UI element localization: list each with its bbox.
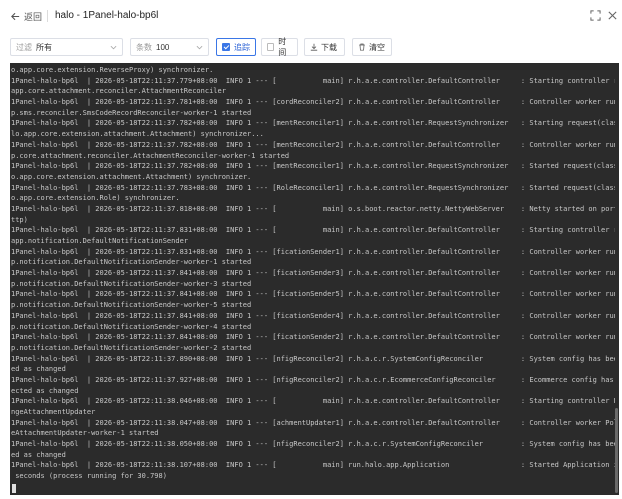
download-label: 下载 bbox=[321, 42, 337, 52]
header-divider bbox=[47, 10, 48, 22]
chevron-down-icon bbox=[110, 45, 117, 50]
time-checkbox[interactable] bbox=[267, 43, 275, 51]
log-line: 1Panel-halo-bp6l | 2026-05-18T22:11:37.7… bbox=[11, 183, 615, 192]
log-line: p.notification.DefaultNotificationSender… bbox=[11, 279, 252, 288]
log-console[interactable]: o.app.core.extension.ReverseProxy) synch… bbox=[10, 63, 619, 495]
log-line: o.app.core.extension.Role) synchronizer. bbox=[11, 194, 180, 203]
log-line: 1Panel-halo-bp6l | 2026-05-18T22:11:37.8… bbox=[11, 311, 615, 320]
trash-icon bbox=[359, 43, 365, 51]
log-line: p.notification.DefaultNotificationSender… bbox=[11, 301, 252, 310]
terminal-cursor bbox=[12, 484, 16, 493]
log-line: ttp) bbox=[11, 215, 28, 224]
log-line: o.app.core.extension.attachment.Attachme… bbox=[11, 172, 252, 181]
count-value: 100 bbox=[156, 42, 170, 52]
follow-label: 追踪 bbox=[234, 42, 250, 52]
log-line: ed as changed bbox=[11, 450, 66, 459]
log-toolbar: 过滤 所有 条数 100 追踪 时间 下载 清空 bbox=[0, 36, 622, 60]
dialog-title: halo - 1Panel-halo-bp6l bbox=[55, 10, 159, 21]
log-line: p.sms.reconciler.SmsCodeRecordReconciler… bbox=[11, 108, 252, 117]
log-lines: o.app.core.extension.ReverseProxy) synch… bbox=[11, 65, 615, 482]
log-line: p.core.attachment.reconciler.AttachmentR… bbox=[11, 151, 290, 160]
log-line: p.notification.DefaultNotificationSender… bbox=[11, 258, 252, 267]
fullscreen-icon[interactable] bbox=[590, 10, 601, 21]
arrow-left-icon bbox=[11, 12, 20, 20]
log-line: app.notification.DefaultNotificationSend… bbox=[11, 237, 189, 245]
time-label: 时间 bbox=[278, 37, 287, 57]
log-line: 1Panel-halo-bp6l | 2026-05-18T22:11:37.8… bbox=[11, 226, 615, 235]
count-select[interactable]: 条数 100 bbox=[130, 38, 209, 56]
log-line: p.notification.DefaultNotificationSender… bbox=[11, 322, 252, 331]
log-line: 1Panel-halo-bp6l | 2026-05-18T22:11:37.7… bbox=[11, 119, 615, 128]
log-line: 1Panel-halo-bp6l | 2026-05-18T22:11:37.9… bbox=[11, 375, 615, 384]
log-line: 1Panel-halo-bp6l | 2026-05-18T22:11:37.8… bbox=[11, 333, 615, 342]
count-label: 条数 bbox=[136, 42, 152, 52]
log-line: seconds (process running for 30.798) bbox=[11, 472, 167, 481]
clear-button[interactable]: 清空 bbox=[352, 38, 392, 56]
filter-label: 过滤 bbox=[16, 42, 32, 52]
back-label: 返回 bbox=[24, 11, 43, 22]
log-line: app.core.attachment.reconciler.Attachmen… bbox=[11, 87, 226, 96]
log-line: 1Panel-halo-bp6l | 2026-05-18T22:11:37.8… bbox=[11, 290, 615, 299]
time-toggle[interactable]: 时间 bbox=[261, 37, 298, 57]
log-line: p.notification.DefaultNotificationSender… bbox=[11, 343, 252, 352]
log-line: 1Panel-halo-bp6l | 2026-05-18T22:11:37.8… bbox=[11, 269, 615, 278]
console-scrollbar[interactable] bbox=[615, 408, 618, 493]
back-button[interactable]: 返回 bbox=[10, 9, 42, 23]
log-line: 1Panel-halo-bp6l | 2026-05-18T22:11:38.1… bbox=[11, 461, 615, 470]
log-line: o.app.core.extension.ReverseProxy) synch… bbox=[11, 66, 214, 74]
log-line: 1Panel-halo-bp6l | 2026-05-18T22:11:38.0… bbox=[11, 397, 615, 406]
download-icon bbox=[310, 43, 318, 51]
follow-toggle[interactable]: 追踪 bbox=[216, 38, 256, 56]
log-line: 1Panel-halo-bp6l | 2026-05-18T22:11:37.7… bbox=[11, 76, 615, 85]
download-button[interactable]: 下载 bbox=[304, 38, 345, 56]
dialog-header: 返回 halo - 1Panel-halo-bp6l bbox=[0, 0, 622, 32]
log-line: 1Panel-halo-bp6l | 2026-05-18T22:11:37.7… bbox=[11, 98, 615, 107]
chevron-down-icon bbox=[196, 45, 203, 50]
log-line: ed as changed bbox=[11, 365, 66, 374]
log-line: lo.app.core.extension.attachment.Attachm… bbox=[11, 130, 264, 139]
log-line: 1Panel-halo-bp6l | 2026-05-18T22:11:37.7… bbox=[11, 140, 615, 149]
log-line: 1Panel-halo-bp6l | 2026-05-18T22:11:38.0… bbox=[11, 440, 615, 449]
follow-checkbox[interactable] bbox=[222, 43, 230, 51]
filter-select[interactable]: 过滤 所有 bbox=[10, 38, 123, 56]
log-line: ected as changed bbox=[11, 386, 79, 395]
log-line: 1Panel-halo-bp6l | 2026-05-18T22:11:37.8… bbox=[11, 354, 615, 363]
log-line: 1Panel-halo-bp6l | 2026-05-18T22:11:37.8… bbox=[11, 204, 615, 213]
log-line: ngeAttachmentUpdater bbox=[11, 408, 96, 416]
log-line: 1Panel-halo-bp6l | 2026-05-18T22:11:37.8… bbox=[11, 247, 615, 256]
close-icon[interactable] bbox=[607, 10, 618, 21]
log-line: 1Panel-halo-bp6l | 2026-05-18T22:11:38.0… bbox=[11, 418, 615, 427]
clear-label: 清空 bbox=[369, 42, 385, 52]
log-line: eAttachmentUpdater-worker-1 started bbox=[11, 429, 159, 438]
log-line: 1Panel-halo-bp6l | 2026-05-18T22:11:37.7… bbox=[11, 162, 615, 171]
filter-value: 所有 bbox=[36, 42, 52, 52]
